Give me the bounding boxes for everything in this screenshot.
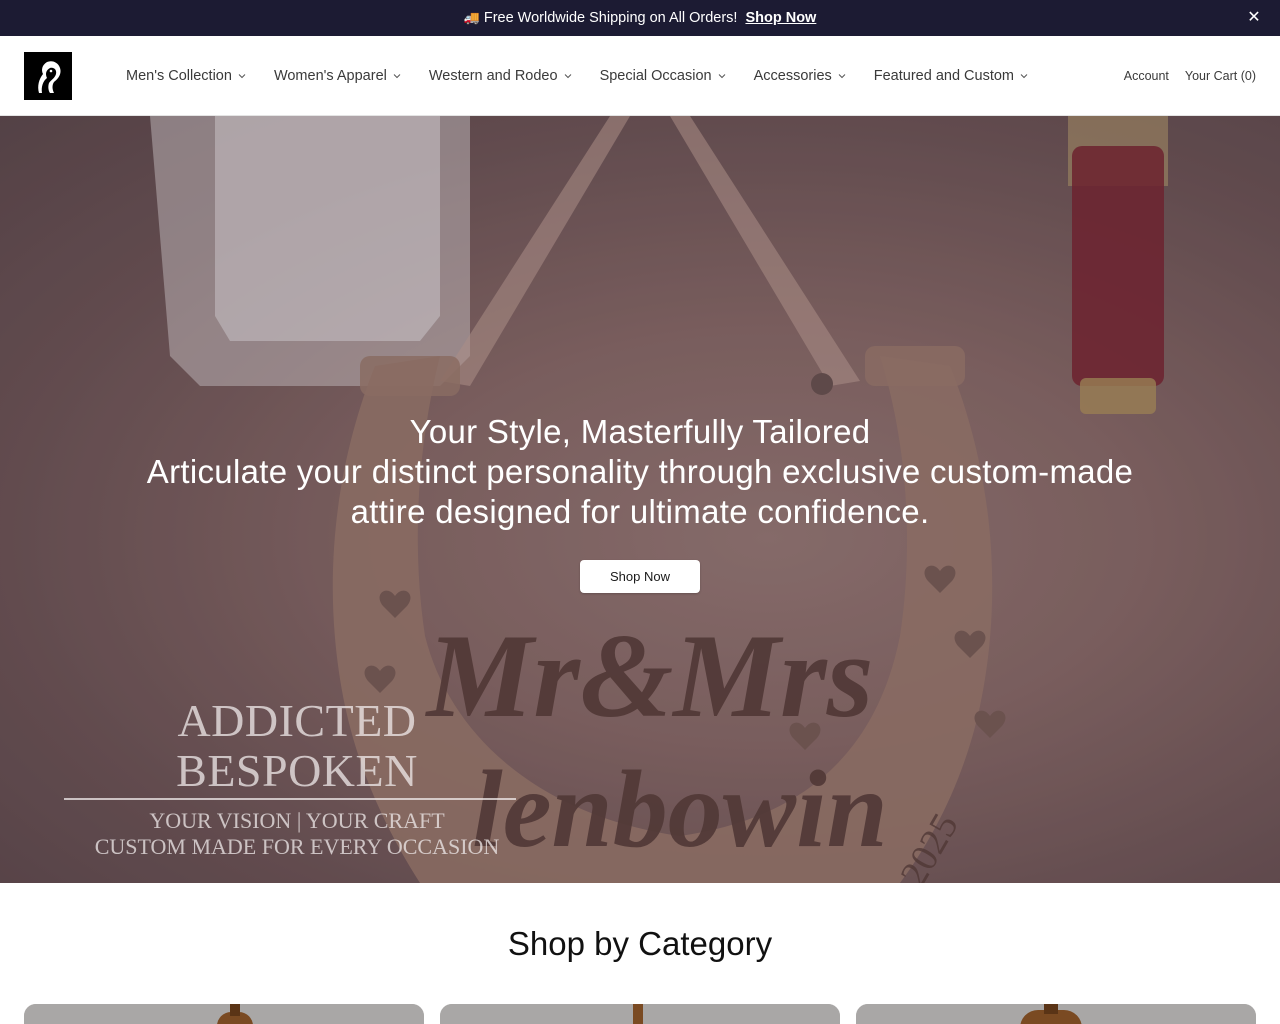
nav-western-and-rodeo[interactable]: Western and Rodeo bbox=[415, 68, 586, 84]
hero-subtitle: Articulate your distinct personality thr… bbox=[146, 453, 1134, 530]
chevron-down-icon bbox=[238, 74, 246, 79]
hero-shop-now-button[interactable]: Shop Now bbox=[580, 560, 700, 593]
nav-label: Western and Rodeo bbox=[428, 68, 558, 84]
category-card[interactable] bbox=[440, 1004, 840, 1024]
category-card[interactable] bbox=[24, 1004, 424, 1024]
logo[interactable] bbox=[24, 52, 72, 100]
main-nav: Men's Collection Women's Apparel Western… bbox=[112, 36, 1042, 116]
nav-special-occasion[interactable]: Special Occasion bbox=[586, 68, 740, 84]
nav-mens-collection[interactable]: Men's Collection bbox=[112, 68, 260, 84]
hero-banner: Mr&Mrs lenbowin 2025 ADDICTED BESPOKEN Y… bbox=[0, 116, 1280, 883]
announcement-bar: 🚚 Free Worldwide Shipping on All Orders!… bbox=[0, 0, 1280, 36]
watermark-divider bbox=[64, 798, 516, 800]
hero-title: Your Style, Masterfully Tailored bbox=[409, 413, 871, 450]
category-card[interactable] bbox=[856, 1004, 1256, 1024]
nav-label: Men's Collection bbox=[126, 68, 232, 84]
announcement-shop-now-link[interactable]: Shop Now bbox=[745, 10, 816, 26]
close-icon[interactable]: ✕ bbox=[1244, 8, 1264, 28]
horse-logo-icon bbox=[24, 52, 72, 100]
chevron-down-icon bbox=[838, 74, 846, 79]
nav-womens-apparel[interactable]: Women's Apparel bbox=[260, 68, 415, 84]
nav-label: Featured and Custom bbox=[873, 68, 1015, 84]
site-header: Men's Collection Women's Apparel Western… bbox=[0, 36, 1280, 116]
account-link[interactable]: Account bbox=[1124, 69, 1169, 83]
chevron-down-icon bbox=[564, 74, 571, 79]
category-heading: Shop by Category bbox=[507, 925, 773, 962]
chevron-down-icon bbox=[718, 74, 725, 79]
header-actions: Account Your Cart (0) bbox=[1124, 36, 1256, 116]
watermark-line-2: CUSTOM MADE FOR EVERY OCCASION bbox=[94, 834, 500, 859]
category-card-image bbox=[856, 1004, 1256, 1024]
watermark-line-1: YOUR VISION | YOUR CRAFT bbox=[149, 808, 445, 833]
watermark-brand: ADDICTED BESPOKEN bbox=[176, 695, 418, 796]
nav-label: Special Occasion bbox=[599, 68, 712, 84]
announcement-text: Free Worldwide Shipping on All Orders! bbox=[483, 10, 738, 26]
chevron-down-icon bbox=[393, 74, 401, 79]
category-section: Shop by Category bbox=[0, 883, 1280, 1024]
category-card-image bbox=[440, 1004, 840, 1024]
category-card-image bbox=[24, 1004, 424, 1024]
nav-accessories[interactable]: Accessories bbox=[740, 68, 860, 84]
hero-content: Your Style, Masterfully Tailored Articul… bbox=[0, 412, 1280, 593]
cart-link[interactable]: Your Cart (0) bbox=[1185, 69, 1256, 83]
brand-watermark: ADDICTED BESPOKEN YOUR VISION | YOUR CRA… bbox=[62, 696, 532, 860]
truck-icon: 🚚 bbox=[463, 10, 480, 25]
chevron-down-icon bbox=[1020, 74, 1028, 79]
nav-label: Accessories bbox=[753, 68, 832, 84]
nav-label: Women's Apparel bbox=[273, 68, 387, 84]
nav-featured-and-custom[interactable]: Featured and Custom bbox=[860, 68, 1042, 84]
